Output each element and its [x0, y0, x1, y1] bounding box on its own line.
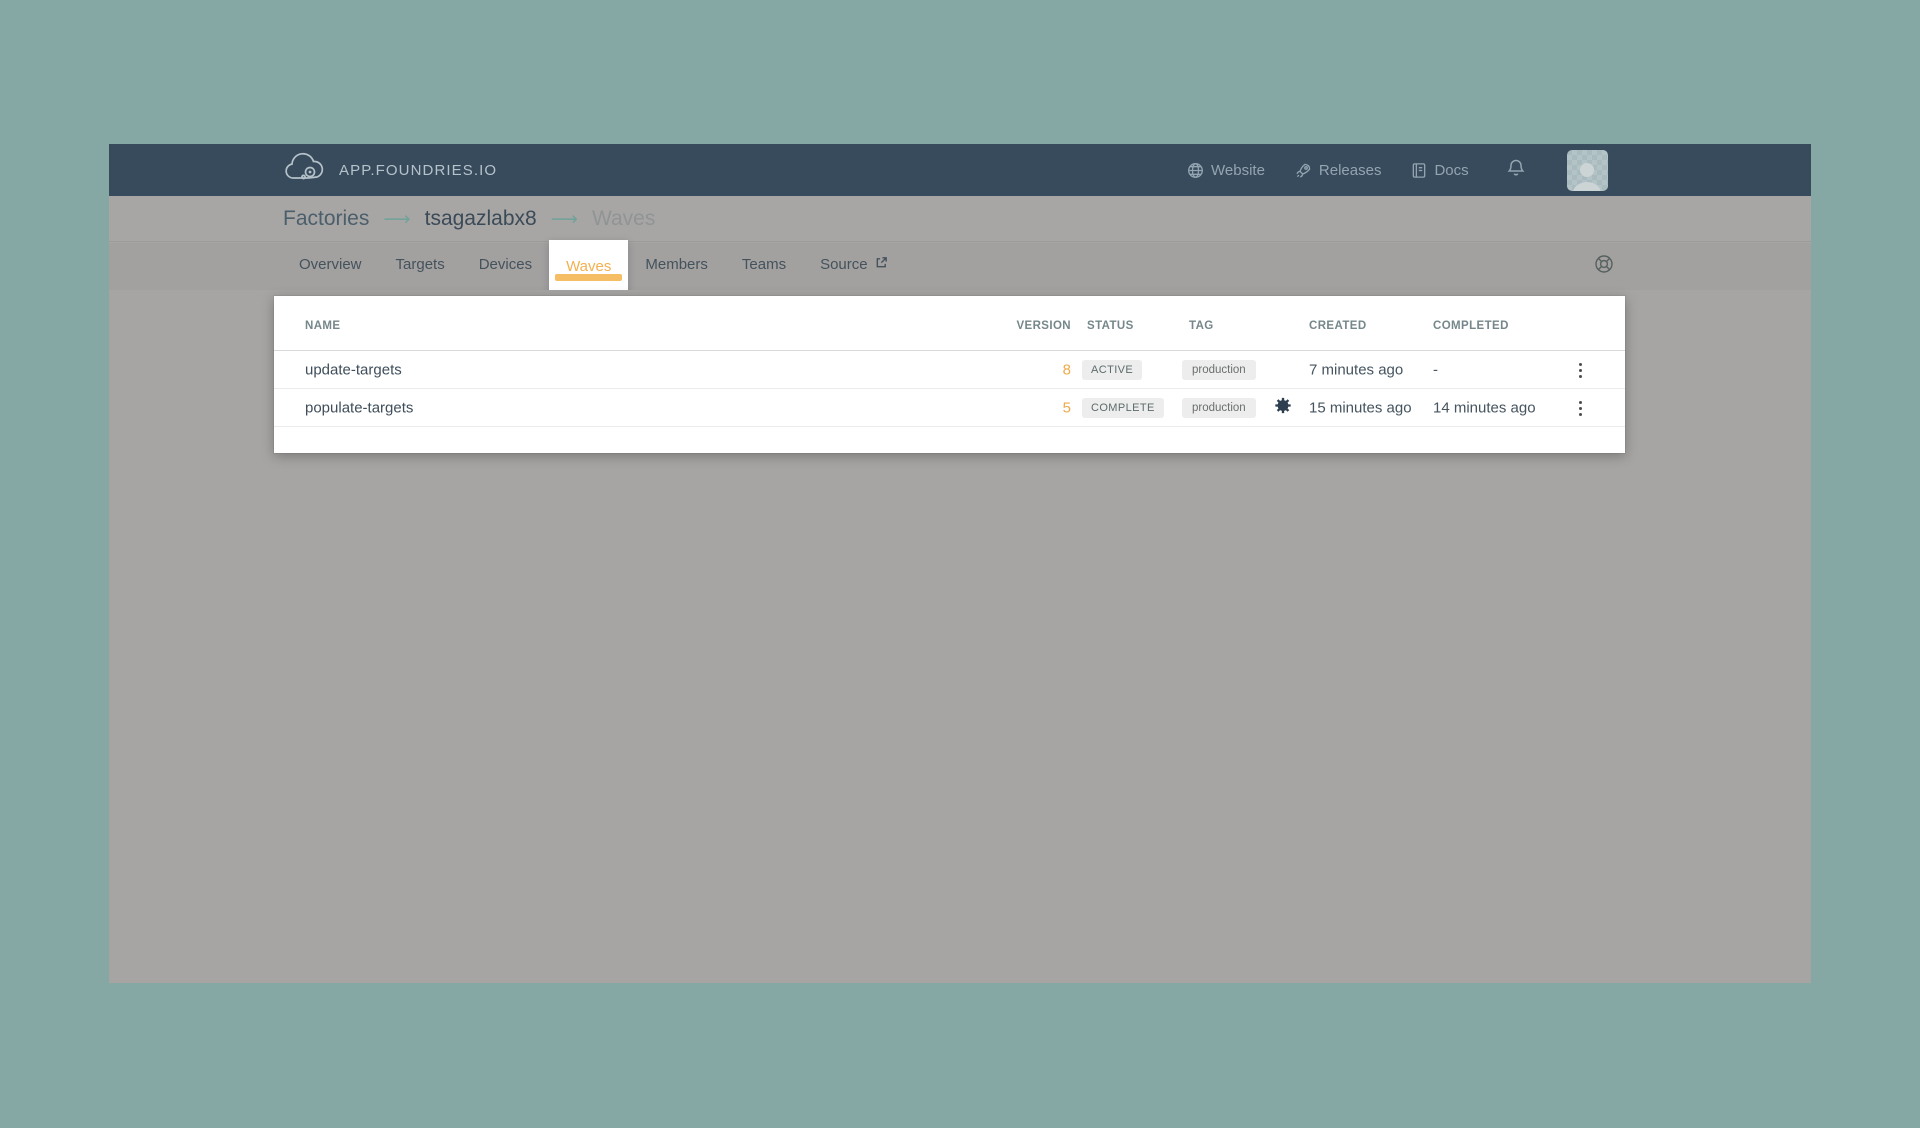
nav-website-label: Website [1211, 162, 1265, 179]
app-header: APP.FOUNDRIES.IO Website [109, 144, 1811, 196]
wave-created: 15 minutes ago [1309, 399, 1412, 416]
main-content: NAME VERSION STATUS TAG CREATED COMPLETE… [109, 290, 1811, 983]
breadcrumb-current-page: Waves [592, 207, 655, 231]
header-nav: Website Releases [1187, 144, 1608, 196]
brand-name: APP.FOUNDRIES.IO [339, 162, 497, 179]
row-actions-kebab-icon[interactable] [1574, 361, 1588, 379]
nav-releases-label: Releases [1319, 162, 1382, 179]
row-actions-kebab-icon[interactable] [1574, 399, 1588, 417]
tab-source[interactable]: Source [803, 240, 905, 293]
brand[interactable]: APP.FOUNDRIES.IO [283, 144, 497, 196]
status-badge: ACTIVE [1082, 360, 1142, 380]
tab-devices-label: Devices [479, 256, 532, 273]
breadcrumb: Factories ⟶ tsagazlabx8 ⟶ Waves [109, 196, 1811, 242]
rollout-gear-icon [1274, 396, 1292, 419]
nav-docs[interactable]: Docs [1411, 162, 1468, 179]
column-header-tag: TAG [1189, 320, 1214, 332]
user-avatar[interactable] [1567, 150, 1608, 191]
tab-waves-label: Waves [566, 258, 611, 275]
table-row: populate-targets 5 COMPLETE production [274, 389, 1625, 427]
column-header-name: NAME [305, 320, 340, 332]
column-header-version: VERSION [1001, 320, 1071, 332]
tag-chip: production [1182, 398, 1256, 418]
breadcrumb-arrow-icon: ⟶ [383, 208, 410, 231]
app-window: APP.FOUNDRIES.IO Website [109, 144, 1811, 983]
nav-website[interactable]: Website [1187, 162, 1265, 179]
tab-waves[interactable]: Waves [549, 240, 628, 296]
tab-members[interactable]: Members [628, 240, 725, 293]
wave-created: 7 minutes ago [1309, 361, 1403, 378]
tab-members-label: Members [645, 256, 708, 273]
help-lifering-icon[interactable] [1593, 253, 1615, 280]
breadcrumb-arrow-icon: ⟶ [551, 208, 578, 231]
foundries-cloud-logo-icon [283, 153, 327, 188]
tab-overview-label: Overview [299, 256, 362, 273]
table-header-row: NAME VERSION STATUS TAG CREATED COMPLETE… [274, 296, 1625, 351]
table-row: update-targets 8 ACTIVE production 7 min… [274, 351, 1625, 389]
wave-completed: - [1433, 361, 1438, 378]
column-header-status: STATUS [1087, 320, 1134, 332]
rocket-icon [1295, 162, 1312, 179]
external-link-icon [875, 256, 888, 273]
tab-overview[interactable]: Overview [282, 240, 379, 293]
wave-name[interactable]: update-targets [305, 361, 402, 378]
status-badge: COMPLETE [1082, 398, 1164, 418]
nav-docs-label: Docs [1434, 162, 1468, 179]
tab-teams-label: Teams [742, 256, 786, 273]
tab-active-indicator [555, 274, 622, 281]
breadcrumb-factories[interactable]: Factories [283, 207, 369, 231]
tab-source-label: Source [820, 256, 868, 273]
column-header-completed: COMPLETED [1433, 320, 1509, 332]
breadcrumb-factory-name[interactable]: tsagazlabx8 [425, 207, 537, 231]
tab-devices[interactable]: Devices [462, 240, 549, 293]
globe-icon [1187, 162, 1204, 179]
column-header-created: CREATED [1309, 320, 1367, 332]
tab-targets-label: Targets [396, 256, 445, 273]
wave-name[interactable]: populate-targets [305, 399, 413, 416]
wave-version: 8 [1001, 361, 1071, 378]
docs-icon [1411, 162, 1427, 179]
nav-releases[interactable]: Releases [1295, 162, 1382, 179]
tab-targets[interactable]: Targets [379, 240, 462, 293]
tab-bar: Overview Targets Devices Waves Members T… [109, 243, 1811, 290]
wave-version: 5 [1001, 399, 1071, 416]
waves-table-panel: NAME VERSION STATUS TAG CREATED COMPLETE… [274, 296, 1625, 453]
wave-completed: 14 minutes ago [1433, 399, 1536, 416]
tab-teams[interactable]: Teams [725, 240, 803, 293]
tag-chip: production [1182, 360, 1256, 380]
notifications-bell-icon[interactable] [1507, 158, 1525, 182]
